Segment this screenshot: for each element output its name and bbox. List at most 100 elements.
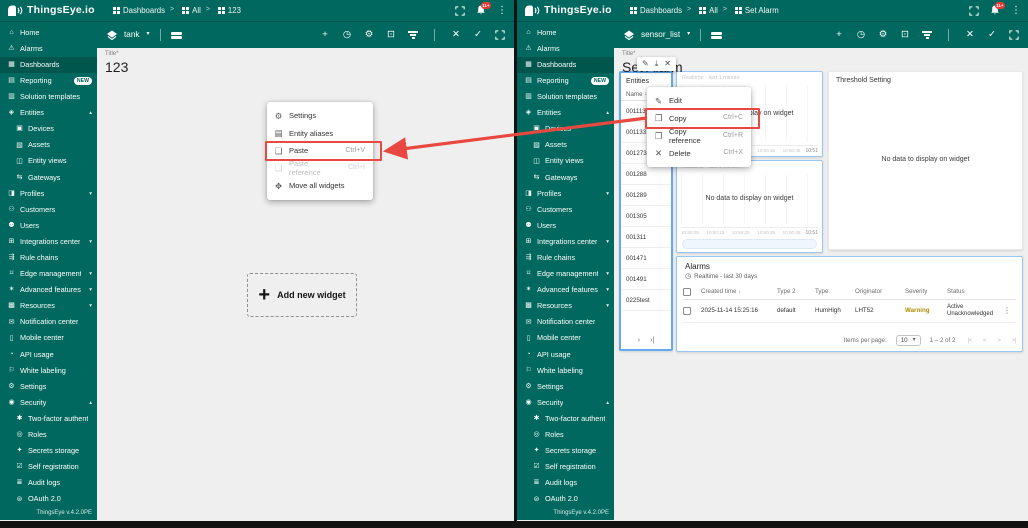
chart-widget-bottom[interactable]: Realtime - last 1 minute No data to disp… <box>676 160 823 253</box>
sidebar-item[interactable]: ▣ Devices <box>0 122 97 138</box>
sidebar-item[interactable]: ⌂ Home <box>0 25 97 41</box>
sidebar-item[interactable]: ≣ Audit logs <box>517 476 614 492</box>
close-icon[interactable]: ✕ <box>664 59 671 69</box>
menu-item[interactable]: ❏ Paste Ctrl+V <box>267 142 373 160</box>
sidebar-item[interactable]: ◔ API usage <box>0 347 97 363</box>
entity-row[interactable]: 0225test <box>621 290 671 311</box>
sidebar-item[interactable]: ✉ Notification center <box>0 315 97 331</box>
notifications-bell[interactable]: 11+ <box>476 5 486 16</box>
sidebar-item[interactable]: ▩ Resources ▾ <box>0 299 97 315</box>
add-new-widget-button[interactable]: + Add new widget <box>247 273 357 317</box>
sidebar-item[interactable]: ⇆ Gateways <box>0 170 97 186</box>
dashboard-state-icon[interactable] <box>171 32 182 39</box>
state-selector[interactable]: tank <box>124 30 139 40</box>
sidebar-item[interactable]: ✦ Secrets storage <box>517 443 614 459</box>
sidebar-item[interactable]: ⊞ Integrations center ▾ <box>517 234 614 250</box>
column-header[interactable]: Type <box>815 288 855 295</box>
sidebar-item[interactable]: ⌂ Home <box>517 25 614 41</box>
sidebar-item[interactable]: ⚉ Users <box>0 218 97 234</box>
entity-row[interactable]: 001305 <box>621 206 671 227</box>
threshold-setting-widget[interactable]: Threshold Setting No data to display on … <box>828 71 1023 250</box>
sidebar-item[interactable]: ⌑ Edge management ▾ <box>0 266 97 282</box>
items-per-page-select[interactable]: 10 ▾ <box>896 335 921 346</box>
entity-row[interactable]: 001289 <box>621 185 671 206</box>
column-header[interactable]: Type 2 <box>777 288 815 295</box>
column-header[interactable]: Originator <box>855 288 905 295</box>
more-menu-icon[interactable]: ⋮ <box>1011 6 1021 16</box>
column-header[interactable]: Severity <box>905 288 947 295</box>
settings-gear-icon[interactable]: ⚙ <box>878 29 888 40</box>
sidebar-item[interactable]: ◨ Profiles ▾ <box>0 186 97 202</box>
sidebar-item[interactable]: ▤ Reporting NEW <box>0 73 97 89</box>
sidebar-item[interactable]: ⚠ Alarms <box>0 41 97 57</box>
sidebar-item[interactable]: ▤ Reporting NEW <box>517 73 614 89</box>
alarm-row[interactable]: 2025-11-14 15:25:16 default HumHigh LHT5… <box>683 300 1016 323</box>
entity-row[interactable]: 001471 <box>621 248 671 269</box>
alarms-timewindow[interactable]: ◷ Realtime - last 30 days <box>685 273 757 281</box>
sidebar-item[interactable]: ✉ Notification center <box>517 315 614 331</box>
download-widget-icon[interactable]: ⤓ <box>655 59 659 69</box>
menu-item[interactable]: ❐ Copy reference Ctrl+R <box>647 127 751 145</box>
sidebar-item[interactable]: ✦ Secrets storage <box>0 443 97 459</box>
sidebar-item[interactable]: ⌑ Edge management ▾ <box>517 266 614 282</box>
sidebar-item[interactable]: ▧ Assets <box>0 138 97 154</box>
sidebar-item[interactable]: ▦ Dashboards <box>517 57 614 73</box>
fullscreen-icon[interactable] <box>495 30 505 40</box>
sidebar-item[interactable]: ⚐ White labeling <box>0 363 97 379</box>
next-page-icon[interactable]: > <box>997 337 1000 345</box>
sidebar-item[interactable]: ✱ Two-factor authenticati... <box>0 411 97 427</box>
menu-item[interactable]: ✎ Edit <box>647 92 751 110</box>
sidebar-item[interactable]: ☑ Self registration <box>0 460 97 476</box>
sidebar-item[interactable]: ◫ Entity views <box>517 154 614 170</box>
dashboard-state-icon[interactable] <box>711 32 722 39</box>
row-checkbox[interactable] <box>683 307 691 315</box>
last-page-icon[interactable]: ›| <box>650 337 654 345</box>
menu-item[interactable]: ⚙ Settings <box>267 107 373 125</box>
filter-icon[interactable] <box>922 31 932 38</box>
notifications-bell[interactable]: 11+ <box>990 5 1000 16</box>
sidebar-item[interactable]: ▥ Solution templates <box>517 89 614 105</box>
cancel-edit-icon[interactable]: ✕ <box>965 29 975 40</box>
sidebar-item[interactable]: ✶ Advanced features ▾ <box>0 283 97 299</box>
menu-item[interactable]: ▤ Entity aliases <box>267 125 373 143</box>
sidebar-item[interactable]: ≣ Audit logs <box>0 476 97 492</box>
dashboard-title-field[interactable]: Title* 123 <box>105 51 128 76</box>
column-header[interactable]: Created time ↓ <box>701 288 777 295</box>
sidebar-item[interactable]: ☑ Self registration <box>517 460 614 476</box>
sidebar-item[interactable]: ⚙ Settings <box>517 379 614 395</box>
apply-changes-icon[interactable]: ✓ <box>473 29 483 40</box>
menu-item[interactable]: ✥ Move all widgets <box>267 177 373 195</box>
sidebar-item[interactable]: ◫ Entity views <box>0 154 97 170</box>
apply-changes-icon[interactable]: ✓ <box>987 29 997 40</box>
sidebar-item[interactable]: ⚇ Customers <box>517 202 614 218</box>
more-menu-icon[interactable]: ⋮ <box>497 6 507 16</box>
sidebar-item[interactable]: ⊞ Integrations center ▾ <box>0 234 97 250</box>
breadcrumb-item[interactable]: 123 <box>206 6 241 15</box>
sidebar-item[interactable]: ⊜ OAuth 2.0 <box>0 492 97 508</box>
sidebar-item[interactable]: ✶ Advanced features ▾ <box>517 283 614 299</box>
timewindow-icon[interactable]: ◷ <box>856 29 866 40</box>
sidebar-item[interactable]: ◉ Security ▴ <box>0 395 97 411</box>
column-header[interactable]: Status <box>947 288 1001 295</box>
row-menu-icon[interactable]: ⋮ <box>1001 306 1013 316</box>
add-icon[interactable]: + <box>320 29 330 40</box>
sidebar-item[interactable]: ⚠ Alarms <box>517 41 614 57</box>
breadcrumb-item[interactable]: All <box>170 6 201 15</box>
fullscreen-icon[interactable] <box>969 6 979 16</box>
state-selector[interactable]: sensor_list <box>641 30 680 40</box>
fullscreen-icon[interactable] <box>455 6 465 16</box>
sidebar-item[interactable]: ▧ Assets <box>517 138 614 154</box>
entity-aliases-icon[interactable]: ⊡ <box>386 29 396 40</box>
last-page-icon[interactable]: >| <box>1012 337 1016 345</box>
prev-page-icon[interactable]: < <box>983 337 986 345</box>
menu-item[interactable]: ❐ Copy Ctrl+C <box>647 110 751 128</box>
chart-scroll-bar[interactable] <box>682 239 817 249</box>
brand-logo[interactable]: ThingsEye.io <box>524 4 624 17</box>
select-all-checkbox[interactable] <box>683 288 691 296</box>
sidebar-item[interactable]: ⇶ Rule chains <box>0 250 97 266</box>
sidebar-item[interactable]: ⇶ Rule chains <box>517 250 614 266</box>
sidebar-item[interactable]: ▯ Mobile center <box>0 331 97 347</box>
sidebar-item[interactable]: ⚉ Users <box>517 218 614 234</box>
breadcrumb-item[interactable]: Set Alarm <box>723 6 779 15</box>
entity-row[interactable]: 001288 <box>621 164 671 185</box>
